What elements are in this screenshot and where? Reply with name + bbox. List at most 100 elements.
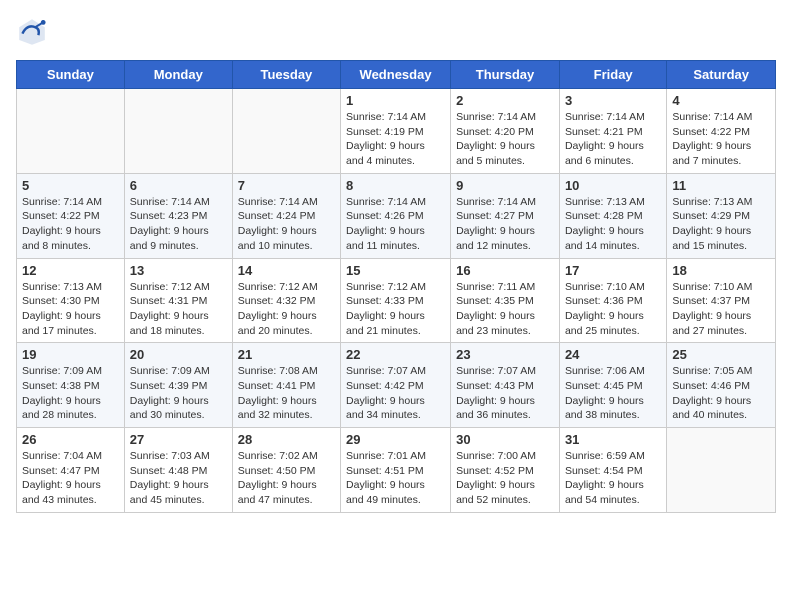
cell-content: Sunrise: 7:07 AM Sunset: 4:42 PM Dayligh…	[346, 364, 445, 423]
calendar-cell: 7 Sunrise: 7:14 AM Sunset: 4:24 PM Daylig…	[232, 173, 340, 258]
calendar-cell: 15 Sunrise: 7:12 AM Sunset: 4:33 PM Dayli…	[341, 258, 451, 343]
day-number: 30	[456, 432, 554, 447]
cell-content: Sunrise: 7:01 AM Sunset: 4:51 PM Dayligh…	[346, 449, 445, 508]
calendar-cell	[124, 89, 232, 174]
day-number: 19	[22, 347, 119, 362]
day-header-thursday: Thursday	[451, 61, 560, 89]
calendar-week-5: 26 Sunrise: 7:04 AM Sunset: 4:47 PM Dayli…	[17, 428, 776, 513]
day-number: 10	[565, 178, 661, 193]
calendar-cell: 29Sunrise: 7:01 AM Sunset: 4:51 PM Dayli…	[341, 428, 451, 513]
day-number: 22	[346, 347, 445, 362]
day-number: 16	[456, 263, 554, 278]
calendar-cell: 23Sunrise: 7:07 AM Sunset: 4:43 PM Dayli…	[451, 343, 560, 428]
cell-content: Sunrise: 7:08 AM Sunset: 4:41 PM Dayligh…	[238, 364, 335, 423]
calendar-table: SundayMondayTuesdayWednesdayThursdayFrid…	[16, 60, 776, 513]
calendar-header-row: SundayMondayTuesdayWednesdayThursdayFrid…	[17, 61, 776, 89]
calendar-cell: 20 Sunrise: 7:09 AM Sunset: 4:39 PM Dayli…	[124, 343, 232, 428]
cell-content: Sunrise: 7:12 AM Sunset: 4:32 PM Dayligh…	[238, 280, 335, 339]
calendar-cell: 30 Sunrise: 7:00 AM Sunset: 4:52 PM Dayli…	[451, 428, 560, 513]
cell-content: Sunrise: 7:14 AM Sunset: 4:22 PM Dayligh…	[22, 195, 119, 254]
calendar-cell: 13 Sunrise: 7:12 AM Sunset: 4:31 PM Dayli…	[124, 258, 232, 343]
cell-content: Sunrise: 7:03 AM Sunset: 4:48 PM Dayligh…	[130, 449, 227, 508]
day-header-monday: Monday	[124, 61, 232, 89]
day-number: 5	[22, 178, 119, 193]
cell-content: Sunrise: 7:14 AM Sunset: 4:19 PM Dayligh…	[346, 110, 445, 169]
cell-content: Sunrise: 7:14 AM Sunset: 4:20 PM Dayligh…	[456, 110, 554, 169]
calendar-cell: 12 Sunrise: 7:13 AM Sunset: 4:30 PM Dayli…	[17, 258, 125, 343]
day-number: 20	[130, 347, 227, 362]
day-number: 21	[238, 347, 335, 362]
calendar-cell: 18Sunrise: 7:10 AM Sunset: 4:37 PM Dayli…	[667, 258, 776, 343]
cell-content: Sunrise: 7:04 AM Sunset: 4:47 PM Dayligh…	[22, 449, 119, 508]
cell-content: Sunrise: 7:14 AM Sunset: 4:23 PM Dayligh…	[130, 195, 227, 254]
day-number: 8	[346, 178, 445, 193]
cell-content: Sunrise: 7:07 AM Sunset: 4:43 PM Dayligh…	[456, 364, 554, 423]
day-number: 24	[565, 347, 661, 362]
logo	[16, 16, 52, 48]
cell-content: Sunrise: 7:02 AM Sunset: 4:50 PM Dayligh…	[238, 449, 335, 508]
calendar-cell: 22 Sunrise: 7:07 AM Sunset: 4:42 PM Dayli…	[341, 343, 451, 428]
day-header-wednesday: Wednesday	[341, 61, 451, 89]
calendar-cell: 10 Sunrise: 7:13 AM Sunset: 4:28 PM Dayli…	[559, 173, 666, 258]
cell-content: Sunrise: 7:12 AM Sunset: 4:31 PM Dayligh…	[130, 280, 227, 339]
cell-content: Sunrise: 7:14 AM Sunset: 4:27 PM Dayligh…	[456, 195, 554, 254]
cell-content: Sunrise: 7:14 AM Sunset: 4:24 PM Dayligh…	[238, 195, 335, 254]
calendar-cell: 5 Sunrise: 7:14 AM Sunset: 4:22 PM Daylig…	[17, 173, 125, 258]
calendar-cell: 27 Sunrise: 7:03 AM Sunset: 4:48 PM Dayli…	[124, 428, 232, 513]
calendar-cell: 2 Sunrise: 7:14 AM Sunset: 4:20 PM Daylig…	[451, 89, 560, 174]
day-number: 12	[22, 263, 119, 278]
day-header-friday: Friday	[559, 61, 666, 89]
day-header-tuesday: Tuesday	[232, 61, 340, 89]
calendar-cell: 1 Sunrise: 7:14 AM Sunset: 4:19 PM Daylig…	[341, 89, 451, 174]
calendar-cell: 25Sunrise: 7:05 AM Sunset: 4:46 PM Dayli…	[667, 343, 776, 428]
cell-content: Sunrise: 7:13 AM Sunset: 4:28 PM Dayligh…	[565, 195, 661, 254]
cell-content: Sunrise: 7:09 AM Sunset: 4:39 PM Dayligh…	[130, 364, 227, 423]
day-number: 2	[456, 93, 554, 108]
calendar-cell: 28Sunrise: 7:02 AM Sunset: 4:50 PM Dayli…	[232, 428, 340, 513]
day-number: 17	[565, 263, 661, 278]
day-number: 1	[346, 93, 445, 108]
calendar-week-2: 5 Sunrise: 7:14 AM Sunset: 4:22 PM Daylig…	[17, 173, 776, 258]
calendar-cell: 26 Sunrise: 7:04 AM Sunset: 4:47 PM Dayli…	[17, 428, 125, 513]
day-header-sunday: Sunday	[17, 61, 125, 89]
calendar-cell	[667, 428, 776, 513]
day-number: 26	[22, 432, 119, 447]
calendar-cell: 8 Sunrise: 7:14 AM Sunset: 4:26 PM Daylig…	[341, 173, 451, 258]
cell-content: Sunrise: 7:10 AM Sunset: 4:37 PM Dayligh…	[672, 280, 770, 339]
cell-content: Sunrise: 7:11 AM Sunset: 4:35 PM Dayligh…	[456, 280, 554, 339]
day-number: 7	[238, 178, 335, 193]
calendar-cell	[17, 89, 125, 174]
calendar-week-1: 1 Sunrise: 7:14 AM Sunset: 4:19 PM Daylig…	[17, 89, 776, 174]
cell-content: Sunrise: 6:59 AM Sunset: 4:54 PM Dayligh…	[565, 449, 661, 508]
calendar-week-3: 12 Sunrise: 7:13 AM Sunset: 4:30 PM Dayli…	[17, 258, 776, 343]
day-number: 6	[130, 178, 227, 193]
cell-content: Sunrise: 7:06 AM Sunset: 4:45 PM Dayligh…	[565, 364, 661, 423]
calendar-cell: 14 Sunrise: 7:12 AM Sunset: 4:32 PM Dayli…	[232, 258, 340, 343]
cell-content: Sunrise: 7:14 AM Sunset: 4:26 PM Dayligh…	[346, 195, 445, 254]
day-number: 25	[672, 347, 770, 362]
cell-content: Sunrise: 7:12 AM Sunset: 4:33 PM Dayligh…	[346, 280, 445, 339]
cell-content: Sunrise: 7:00 AM Sunset: 4:52 PM Dayligh…	[456, 449, 554, 508]
calendar-cell: 4Sunrise: 7:14 AM Sunset: 4:22 PM Daylig…	[667, 89, 776, 174]
day-number: 15	[346, 263, 445, 278]
day-number: 27	[130, 432, 227, 447]
calendar-cell: 6 Sunrise: 7:14 AM Sunset: 4:23 PM Daylig…	[124, 173, 232, 258]
page-header	[16, 16, 776, 48]
logo-icon	[16, 16, 48, 48]
calendar-cell: 9Sunrise: 7:14 AM Sunset: 4:27 PM Daylig…	[451, 173, 560, 258]
calendar-cell: 16 Sunrise: 7:11 AM Sunset: 4:35 PM Dayli…	[451, 258, 560, 343]
calendar-cell: 17 Sunrise: 7:10 AM Sunset: 4:36 PM Dayli…	[559, 258, 666, 343]
cell-content: Sunrise: 7:13 AM Sunset: 4:29 PM Dayligh…	[672, 195, 770, 254]
cell-content: Sunrise: 7:14 AM Sunset: 4:21 PM Dayligh…	[565, 110, 661, 169]
day-number: 11	[672, 178, 770, 193]
calendar-cell: 11 Sunrise: 7:13 AM Sunset: 4:29 PM Dayli…	[667, 173, 776, 258]
calendar-cell: 31 Sunrise: 6:59 AM Sunset: 4:54 PM Dayli…	[559, 428, 666, 513]
day-number: 13	[130, 263, 227, 278]
cell-content: Sunrise: 7:10 AM Sunset: 4:36 PM Dayligh…	[565, 280, 661, 339]
calendar-cell: 3Sunrise: 7:14 AM Sunset: 4:21 PM Daylig…	[559, 89, 666, 174]
day-number: 31	[565, 432, 661, 447]
cell-content: Sunrise: 7:13 AM Sunset: 4:30 PM Dayligh…	[22, 280, 119, 339]
day-number: 14	[238, 263, 335, 278]
day-header-saturday: Saturday	[667, 61, 776, 89]
calendar-cell: 19Sunrise: 7:09 AM Sunset: 4:38 PM Dayli…	[17, 343, 125, 428]
